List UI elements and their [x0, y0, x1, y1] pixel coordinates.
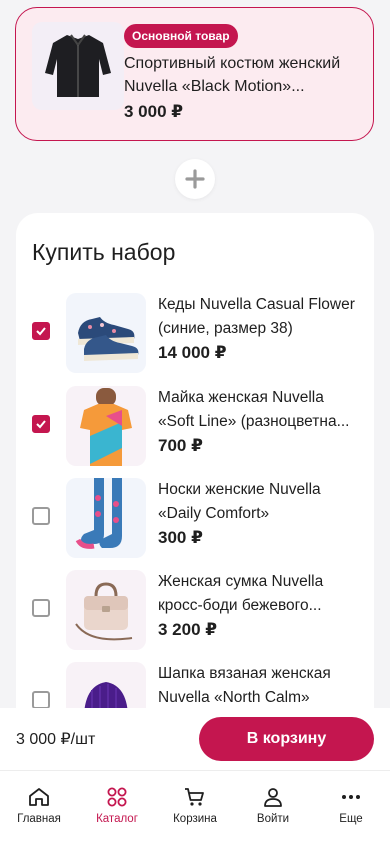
- handbag-image[interactable]: [66, 570, 146, 650]
- plus-icon: [175, 159, 215, 199]
- tab-label: Корзина: [173, 813, 217, 825]
- set-item-price: 700 ₽: [158, 436, 203, 455]
- set-item-name[interactable]: Майка женская Nuvella «Soft Line» (разно…: [158, 386, 358, 434]
- tshirt-image[interactable]: [66, 386, 146, 466]
- buy-set-card: Купить набор Кеды Nuvella Casual Flower …: [16, 213, 374, 773]
- set-item-price: 14 000 ₽: [158, 343, 227, 362]
- main-product-price: 3 000 ₽: [124, 102, 184, 121]
- main-product-card[interactable]: Основной товар Спортивный костюм женский…: [15, 7, 374, 141]
- tab-label: Войти: [256, 813, 290, 825]
- tab-login[interactable]: Войти: [234, 771, 312, 844]
- home-icon: [29, 788, 49, 806]
- set-item-socks: Носки женские Nuvella «Daily Comfort» 30…: [16, 478, 374, 560]
- set-item-handbag: Женская сумка Nuvella кросс-боди бежевог…: [16, 570, 374, 652]
- set-item-tshirt: Майка женская Nuvella «Soft Line» (разно…: [16, 386, 374, 468]
- set-item-checkbox[interactable]: [32, 599, 50, 617]
- set-item-checkbox[interactable]: [32, 322, 50, 340]
- set-item-checkbox[interactable]: [32, 507, 50, 525]
- tab-catalog[interactable]: Каталог: [78, 771, 156, 844]
- user-icon: [264, 788, 282, 807]
- jacket-image: [32, 22, 124, 110]
- main-product-title[interactable]: Спортивный костюм женский Nuvella «Black…: [124, 52, 364, 98]
- cart-icon: [185, 788, 204, 806]
- set-item-checkbox[interactable]: [32, 691, 50, 709]
- buy-set-title: Купить набор: [32, 239, 176, 265]
- more-icon: [342, 795, 360, 799]
- set-item-name[interactable]: Шапка вязаная женская Nuvella «North Cal…: [158, 662, 358, 710]
- unit-price: 3 000 ₽/шт: [16, 731, 96, 748]
- set-item-name[interactable]: Женская сумка Nuvella кросс-боди бежевог…: [158, 570, 358, 618]
- set-item-name[interactable]: Носки женские Nuvella «Daily Comfort»: [158, 478, 358, 526]
- tab-cart[interactable]: Корзина: [156, 771, 234, 844]
- tab-label: Главная: [17, 813, 61, 825]
- set-item-sneakers: Кеды Nuvella Casual Flower (синие, разме…: [16, 293, 374, 375]
- main-product-badge: Основной товар: [124, 24, 238, 48]
- socks-image[interactable]: [66, 478, 146, 558]
- tab-label: Еще: [339, 813, 363, 825]
- tab-home[interactable]: Главная: [0, 771, 78, 844]
- set-item-checkbox[interactable]: [32, 415, 50, 433]
- set-item-name[interactable]: Кеды Nuvella Casual Flower (синие, разме…: [158, 293, 358, 341]
- bottom-tab-bar: Главная Каталог Корзина Войти Еще: [0, 770, 390, 844]
- add-to-cart-button[interactable]: В корзину: [199, 717, 374, 761]
- sneakers-image[interactable]: [66, 293, 146, 373]
- tab-label: Каталог: [96, 813, 138, 825]
- purchase-bar: 3 000 ₽/шт В корзину: [0, 708, 390, 770]
- tab-more[interactable]: Еще: [312, 771, 390, 844]
- catalog-icon: [107, 787, 127, 807]
- set-item-price: 3 200 ₽: [158, 620, 218, 639]
- set-item-price: 300 ₽: [158, 528, 203, 547]
